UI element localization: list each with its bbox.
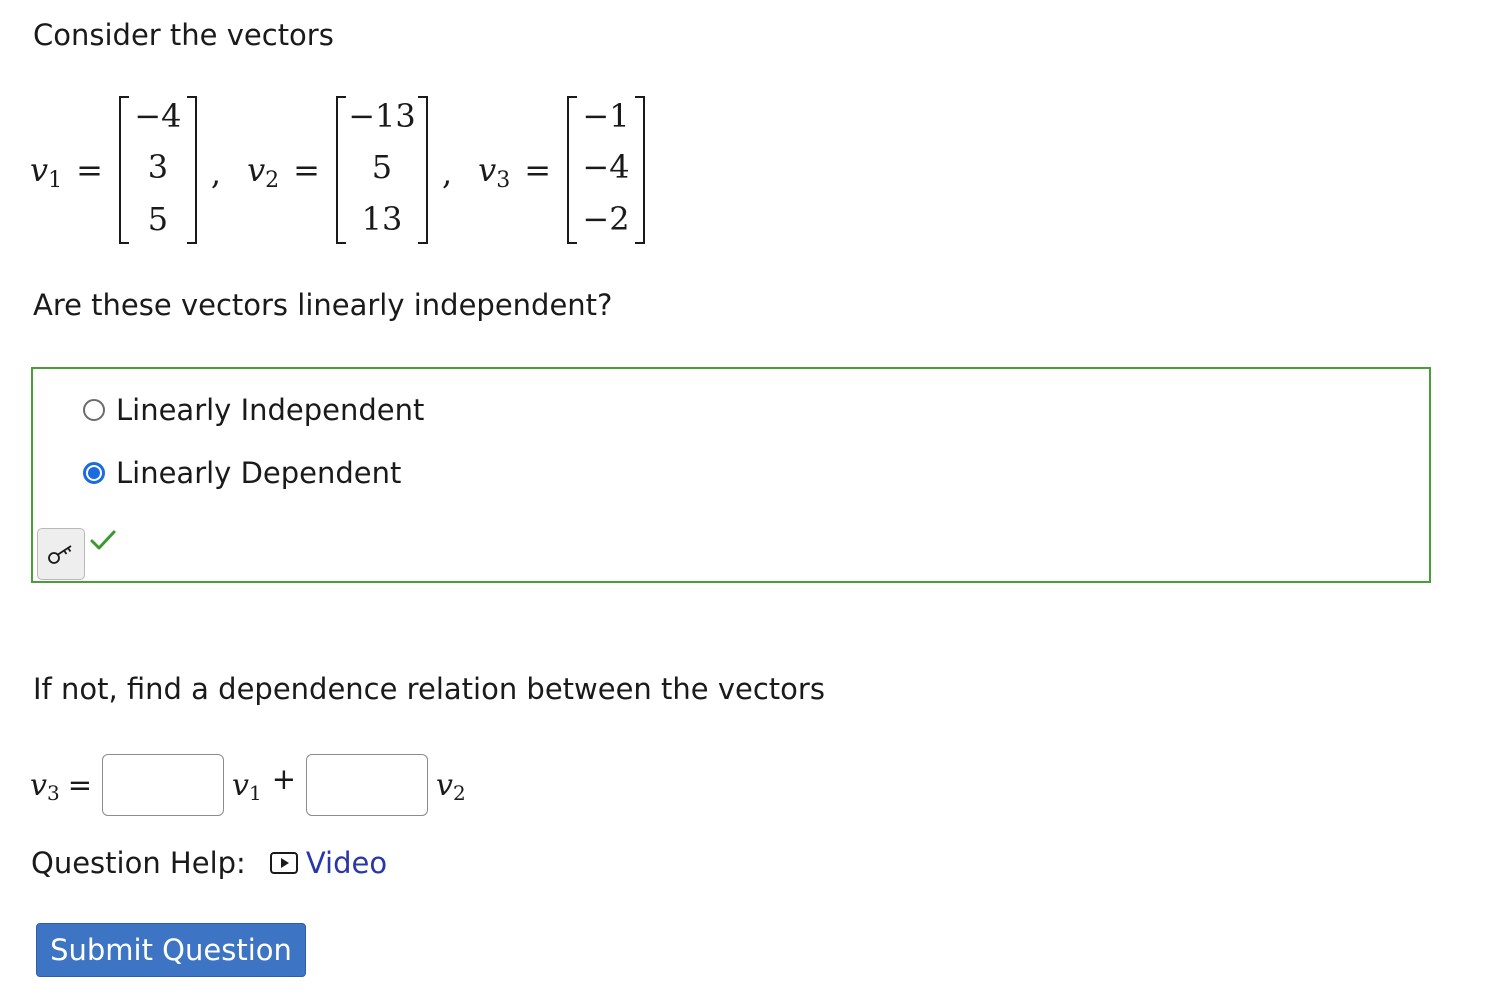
option-label: Linearly Independent — [116, 393, 425, 427]
plus-sign: + — [271, 762, 296, 796]
vector-v1-matrix: −4 3 5 — [118, 96, 197, 244]
dependence-relation: v3 = v1 + v2 — [30, 754, 466, 816]
matrix-entry: −13 — [348, 97, 416, 135]
question-text: Are these vectors linearly independent? — [33, 288, 613, 322]
coefficient-v1-input[interactable] — [102, 754, 224, 816]
answer-choices-box: Linearly Independent Linearly Dependent — [31, 367, 1431, 583]
video-icon[interactable] — [269, 852, 298, 874]
check-icon — [90, 530, 116, 550]
coefficient-v2-input[interactable] — [306, 754, 428, 816]
comma: , — [441, 154, 453, 192]
vector-definitions: v1 = −4 3 5 , v2 = −13 5 13 , v3 = −1 −4… — [30, 96, 646, 244]
option-linearly-dependent[interactable]: Linearly Dependent — [83, 456, 401, 490]
matrix-entry: −1 — [582, 97, 630, 135]
vector-v2-matrix: −13 5 13 — [335, 96, 428, 244]
equals-sign: = — [293, 151, 320, 189]
option-label: Linearly Dependent — [116, 456, 402, 490]
intro-text: Consider the vectors — [33, 18, 334, 52]
submit-question-button[interactable]: Submit Question — [36, 923, 306, 977]
radio-selected[interactable] — [83, 462, 105, 484]
key-icon — [48, 545, 72, 564]
equals-sign: = — [76, 151, 103, 189]
question-help: Question Help: Video — [31, 846, 387, 880]
matrix-entry: 5 — [371, 148, 393, 186]
matrix-entry: 5 — [147, 200, 169, 238]
key-button[interactable] — [37, 528, 85, 580]
relation-term-v1: v1 — [232, 767, 262, 805]
vector-v3-matrix: −1 −4 −2 — [567, 96, 646, 244]
video-link[interactable]: Video — [306, 846, 387, 880]
relation-prompt: If not, find a dependence relation betwe… — [33, 672, 825, 706]
relation-term-v2: v2 — [436, 767, 466, 805]
vector-v2-label: v2 — [247, 151, 280, 193]
equals-sign: = — [67, 768, 92, 802]
matrix-entry: −2 — [582, 200, 630, 238]
comma: , — [210, 154, 222, 192]
radio-unselected[interactable] — [83, 399, 105, 421]
equals-sign: = — [524, 151, 552, 189]
matrix-entry: 13 — [361, 200, 403, 238]
help-label: Question Help: — [31, 846, 246, 880]
matrix-entry: −4 — [134, 97, 182, 135]
matrix-entry: −4 — [582, 148, 630, 186]
relation-lhs-v3: v3 — [30, 767, 60, 805]
option-linearly-independent[interactable]: Linearly Independent — [83, 393, 424, 427]
matrix-entry: 3 — [147, 148, 169, 186]
vector-v3-label: v3 — [478, 151, 511, 193]
vector-v1-label: v1 — [30, 151, 63, 193]
